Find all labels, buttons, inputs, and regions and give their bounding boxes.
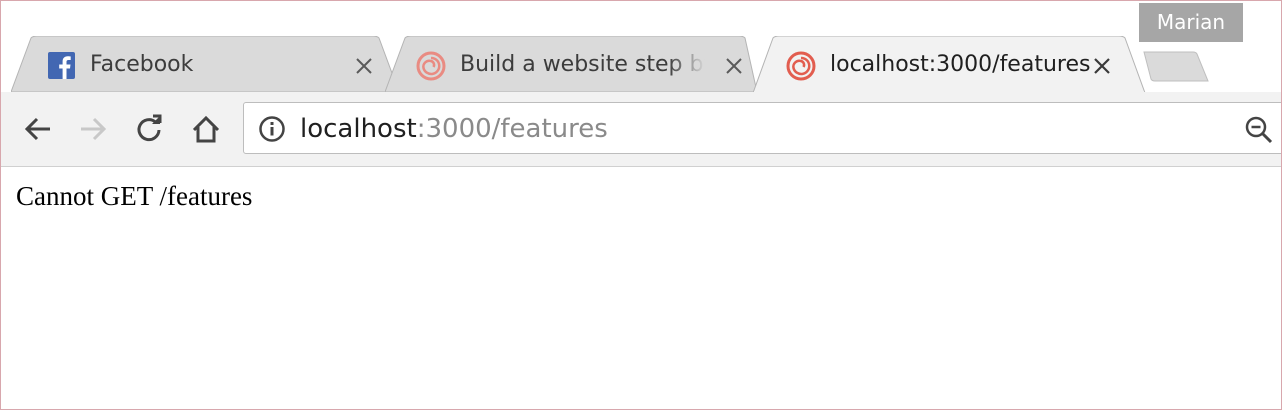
address-bar[interactable]: localhost:3000/features: [243, 102, 1281, 154]
tab-localhost-features[interactable]: localhost:3000/features: [753, 36, 1149, 93]
home-button[interactable]: [186, 110, 226, 150]
new-tab-button[interactable]: [1141, 51, 1211, 83]
facebook-icon: [47, 51, 77, 81]
close-icon[interactable]: [1091, 55, 1113, 77]
tab-title: Build a website step by: [460, 52, 705, 77]
url-path: :3000/features: [416, 114, 608, 144]
url-host: localhost: [300, 114, 417, 144]
profile-button[interactable]: Marian: [1139, 3, 1243, 42]
tab-facebook[interactable]: Facebook: [11, 36, 399, 93]
back-button[interactable]: [18, 110, 58, 150]
page-content: Cannot GET /features: [1, 167, 1281, 409]
info-icon[interactable]: [258, 115, 286, 143]
swirl-icon: [416, 51, 446, 81]
toolbar: localhost:3000/features: [1, 92, 1281, 167]
url-text[interactable]: localhost:3000/features: [300, 113, 608, 145]
tab-build-website[interactable]: Build a website step by: [385, 36, 765, 93]
tab-title: Facebook: [90, 52, 194, 77]
close-icon[interactable]: [723, 55, 745, 77]
zoom-out-icon[interactable]: [1244, 115, 1274, 145]
forward-button[interactable]: [73, 110, 113, 150]
browser-window: Marian Facebook Build a website step by …: [0, 0, 1282, 410]
reload-icon: [137, 114, 162, 142]
close-icon[interactable]: [353, 55, 375, 77]
error-message: Cannot GET /features: [16, 181, 253, 211]
tab-title: localhost:3000/features: [830, 52, 1091, 77]
home-icon: [192, 115, 220, 143]
arrow-left-icon: [24, 117, 50, 141]
swirl-icon: [786, 51, 816, 81]
arrow-right-icon: [81, 117, 107, 141]
reload-button[interactable]: [130, 110, 170, 150]
tab-strip: Marian Facebook Build a website step by …: [1, 1, 1281, 93]
